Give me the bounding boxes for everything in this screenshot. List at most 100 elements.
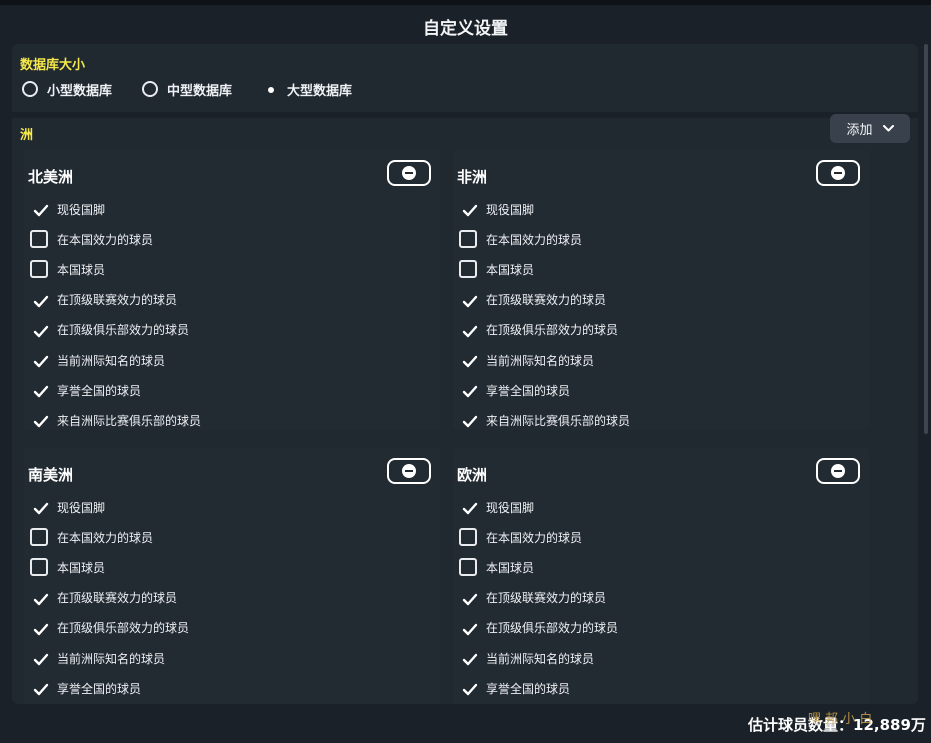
checkbox-checked-icon[interactable] [30,589,49,607]
filter-checkbox-row[interactable]: 享誉全国的球员 [30,379,141,401]
filter-checkbox-row[interactable]: 当前洲际知名的球员 [459,349,594,371]
checkbox-unchecked-icon[interactable] [459,230,477,249]
filter-checkbox-row[interactable]: 本国球员 [30,258,105,280]
continent-card-africa: 非洲 现役国脚 在本国效力的球员 本国球员 在顶级联赛效力的球员 在顶级俱乐部效力的球员当… [453,150,869,430]
chevron-down-icon [882,125,894,132]
filter-label: 当前洲际知名的球员 [486,651,595,666]
filter-checkbox-row[interactable]: 当前洲际知名的球员 [30,349,165,371]
filter-checkbox-row[interactable]: 本国球员 [30,556,105,578]
continent-card-europe: 欧洲 现役国脚 在本国效力的球员 本国球员 在顶级联赛效力的球员 在顶级俱乐部效力的球员当… [453,448,869,704]
filter-checkbox-row[interactable]: 现役国脚 [459,198,534,220]
filter-checkbox-row[interactable]: 在顶级俱乐部效力的球员 [30,319,189,341]
filter-checkbox-row[interactable]: 享誉全国的球员 [459,677,570,699]
radio-large-database[interactable]: 大型数据库 [262,80,352,99]
radio-medium-database[interactable]: 中型数据库 [142,80,232,99]
filter-label: 现役国脚 [57,202,106,217]
filter-label: 来自洲际比赛俱乐部的球员 [486,413,631,428]
filter-label: 在顶级联赛效力的球员 [57,293,178,308]
filter-checkbox-row[interactable]: 在顶级联赛效力的球员 [459,289,606,311]
remove-continent-button[interactable] [816,160,860,186]
checkbox-unchecked-icon[interactable] [459,260,477,279]
filter-label: 在顶级俱乐部效力的球员 [57,621,190,636]
radio-label: 小型数据库 [47,83,113,99]
filter-checkbox-row[interactable]: 在顶级联赛效力的球员 [30,587,177,609]
checkbox-unchecked-icon[interactable] [30,558,48,577]
filter-checkbox-row[interactable]: 来自洲际比赛俱乐部的球员 [30,409,201,431]
filter-label: 在本国效力的球员 [57,530,154,545]
continent-title: 南美洲 [28,466,74,484]
filter-label: 享誉全国的球员 [57,681,142,696]
watermark: 嘿 邦 小 白 [808,712,873,727]
checkbox-unchecked-icon[interactable] [30,528,48,547]
filter-checkbox-row[interactable]: 享誉全国的球员 [30,677,141,699]
database-size-radio-group: 小型数据库 中型数据库 大型数据库 [22,78,382,100]
checkbox-checked-icon[interactable] [30,291,49,309]
filter-checkbox-row[interactable]: 现役国脚 [30,198,105,220]
remove-continent-button[interactable] [387,160,431,186]
checkbox-checked-icon[interactable] [459,679,478,697]
filter-checkbox-row[interactable]: 在顶级联赛效力的球员 [30,289,177,311]
filter-label: 在顶级联赛效力的球员 [486,591,607,606]
filter-checkbox-row[interactable]: 在顶级俱乐部效力的球员 [459,319,618,341]
filter-checkbox-row[interactable]: 本国球员 [459,258,534,280]
filter-label: 现役国脚 [486,500,535,515]
radio-label: 中型数据库 [167,83,233,99]
checkbox-checked-icon[interactable] [459,200,478,218]
filter-label: 在顶级俱乐部效力的球员 [57,323,190,338]
radio-small-database[interactable]: 小型数据库 [22,80,112,99]
filter-checkbox-row[interactable]: 当前洲际知名的球员 [30,647,165,669]
filter-label: 在顶级俱乐部效力的球员 [486,323,619,338]
checkbox-checked-icon[interactable] [459,291,478,309]
checkbox-checked-icon[interactable] [30,381,49,399]
filter-checkbox-row[interactable]: 在顶级俱乐部效力的球员 [30,617,189,639]
checkbox-checked-icon[interactable] [30,351,49,369]
filter-checkbox-row[interactable]: 在本国效力的球员 [30,526,153,548]
filter-checkbox-row[interactable]: 来自洲际比赛俱乐部的球员 [459,409,630,431]
filter-checkbox-row[interactable]: 在本国效力的球员 [459,526,582,548]
checkbox-checked-icon[interactable] [459,411,478,429]
checkbox-checked-icon[interactable] [459,321,478,339]
checkbox-checked-icon[interactable] [459,589,478,607]
checkbox-checked-icon[interactable] [30,649,49,667]
filter-label: 现役国脚 [486,202,535,217]
filter-checkbox-row[interactable]: 现役国脚 [30,496,105,518]
radio-circle-icon [22,81,38,97]
filter-checkbox-row[interactable]: 在顶级俱乐部效力的球员 [459,617,618,639]
filter-checkbox-row[interactable]: 现役国脚 [459,496,534,518]
dialog-title: 自定义设置 [423,19,508,39]
checkbox-checked-icon[interactable] [459,619,478,637]
scrollbar[interactable] [924,44,928,434]
filter-label: 本国球员 [57,560,106,575]
checkbox-checked-icon[interactable] [30,498,49,516]
filter-label: 在本国效力的球员 [486,530,583,545]
database-size-label: 数据库大小 [20,58,86,73]
checkbox-checked-icon[interactable] [459,498,478,516]
checkbox-checked-icon[interactable] [459,381,478,399]
checkbox-unchecked-icon[interactable] [459,558,477,577]
filter-checkbox-row[interactable]: 在顶级联赛效力的球员 [459,587,606,609]
checkbox-unchecked-icon[interactable] [459,528,477,547]
add-continent-button[interactable]: 添加 [830,114,910,143]
filter-checkbox-row[interactable]: 本国球员 [459,556,534,578]
filter-checkbox-row[interactable]: 在本国效力的球员 [459,228,582,250]
minus-circle-icon [402,166,416,180]
remove-continent-button[interactable] [816,458,860,484]
checkbox-unchecked-icon[interactable] [30,260,48,279]
checkbox-checked-icon[interactable] [30,411,49,429]
checkbox-checked-icon[interactable] [459,649,478,667]
checkbox-checked-icon[interactable] [30,679,49,697]
radio-circle-icon [262,81,278,97]
checkbox-checked-icon[interactable] [30,321,49,339]
remove-continent-button[interactable] [387,458,431,484]
filter-checkbox-row[interactable]: 享誉全国的球员 [459,379,570,401]
checkbox-unchecked-icon[interactable] [30,230,48,249]
filter-checkbox-row[interactable]: 在本国效力的球员 [30,228,153,250]
checkbox-checked-icon[interactable] [30,200,49,218]
continent-card-north-america: 北美洲 现役国脚 在本国效力的球员 本国球员 在顶级联赛效力的球员 在顶级俱乐部效力的球员… [24,150,440,430]
checkbox-checked-icon[interactable] [30,619,49,637]
checkbox-checked-icon[interactable] [459,351,478,369]
filter-label: 当前洲际知名的球员 [57,651,166,666]
section-divider [12,112,918,118]
filter-checkbox-row[interactable]: 当前洲际知名的球员 [459,647,594,669]
filter-label: 在顶级联赛效力的球员 [486,293,607,308]
